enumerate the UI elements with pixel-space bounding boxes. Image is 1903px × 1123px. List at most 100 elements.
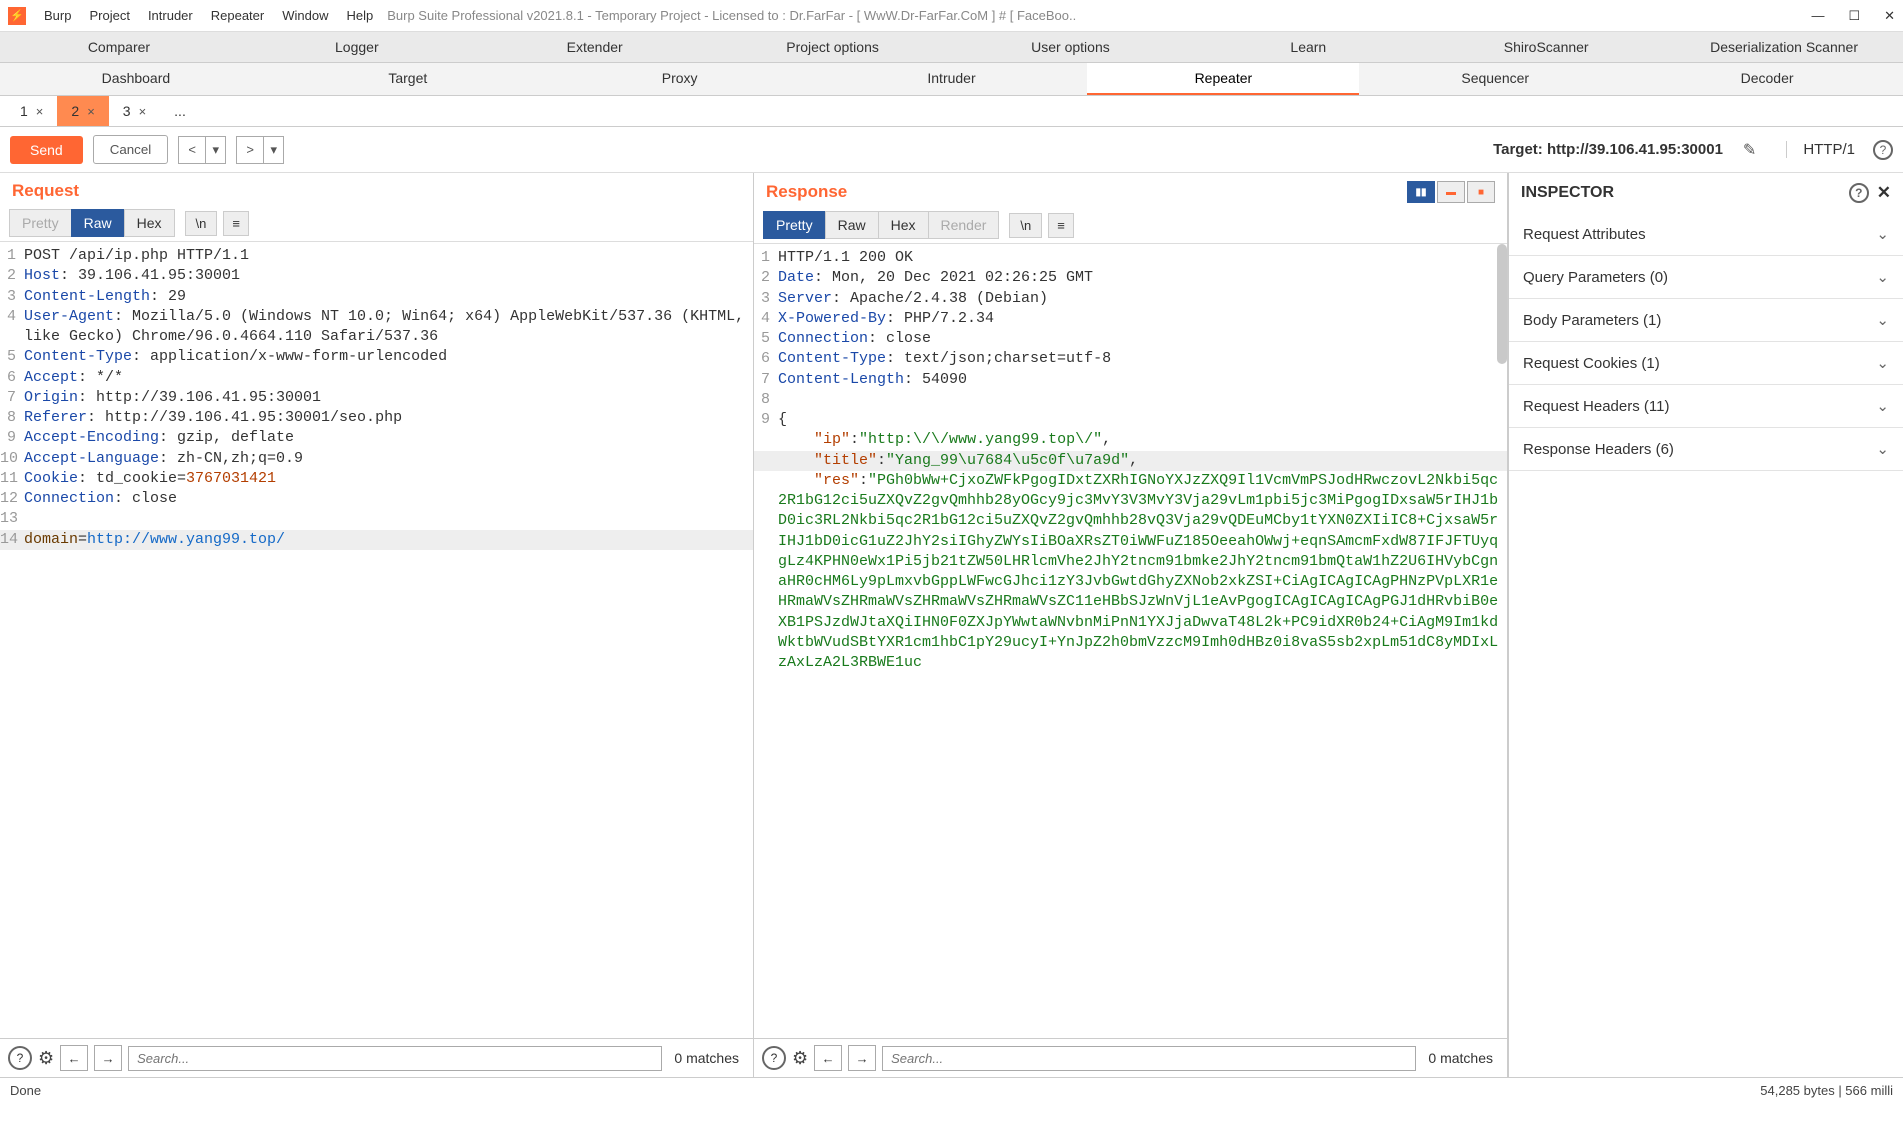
search-prev-button[interactable]: ← bbox=[60, 1045, 88, 1071]
statusbar: Done 54,285 bytes | 566 milli bbox=[0, 1077, 1903, 1103]
menu-intruder[interactable]: Intruder bbox=[148, 8, 193, 23]
response-searchbar: ? ⚙ ← → 0 matches bbox=[754, 1038, 1507, 1077]
subtab-2[interactable]: 2× bbox=[57, 96, 108, 126]
tab-shiroscanner[interactable]: ShiroScanner bbox=[1427, 32, 1665, 62]
chevron-down-icon: ⌄ bbox=[1876, 225, 1889, 243]
request-title: Request bbox=[12, 181, 79, 201]
search-next-button[interactable]: → bbox=[94, 1045, 122, 1071]
request-panel: Request Pretty Raw Hex \n ≡ 1POST /api/i… bbox=[0, 173, 754, 1077]
help-icon[interactable]: ? bbox=[762, 1046, 786, 1070]
tab-target[interactable]: Target bbox=[272, 63, 544, 95]
request-editor[interactable]: 1POST /api/ip.php HTTP/1.12Host: 39.106.… bbox=[0, 242, 753, 1038]
inspector-response-headers[interactable]: Response Headers (6)⌄ bbox=[1509, 428, 1903, 471]
layout-split-icon[interactable]: ▮▮ bbox=[1407, 181, 1435, 203]
close-icon[interactable]: × bbox=[87, 104, 95, 119]
history-forward-dropdown[interactable]: ▾ bbox=[264, 136, 284, 164]
history-forward-button[interactable]: > bbox=[236, 136, 264, 164]
response-search-input[interactable] bbox=[882, 1046, 1416, 1071]
edit-target-icon[interactable]: ✎ bbox=[1743, 140, 1756, 160]
chevron-down-icon: ⌄ bbox=[1876, 354, 1889, 372]
history-back-button[interactable]: < bbox=[178, 136, 206, 164]
cancel-button[interactable]: Cancel bbox=[93, 135, 169, 164]
newline-toggle[interactable]: \n bbox=[185, 211, 218, 236]
response-match-count: 0 matches bbox=[1422, 1050, 1499, 1066]
tab-sequencer[interactable]: Sequencer bbox=[1359, 63, 1631, 95]
inspector-request-attributes[interactable]: Request Attributes⌄ bbox=[1509, 213, 1903, 256]
tab-logger[interactable]: Logger bbox=[238, 32, 476, 62]
close-icon[interactable]: × bbox=[139, 104, 147, 119]
scrollbar-thumb[interactable] bbox=[1497, 244, 1507, 364]
response-viewer[interactable]: 1HTTP/1.1 200 OK2Date: Mon, 20 Dec 2021 … bbox=[754, 244, 1507, 1038]
window-title: Burp Suite Professional v2021.8.1 - Temp… bbox=[387, 8, 1801, 23]
response-tab-render[interactable]: Render bbox=[928, 211, 1000, 239]
maximize-icon[interactable]: ☐ bbox=[1848, 8, 1860, 24]
search-prev-button[interactable]: ← bbox=[814, 1045, 842, 1071]
minimize-icon[interactable]: — bbox=[1811, 8, 1824, 24]
gear-icon[interactable]: ⚙ bbox=[792, 1048, 808, 1069]
request-tab-hex[interactable]: Hex bbox=[124, 209, 175, 237]
request-options-icon[interactable]: ≡ bbox=[223, 211, 249, 236]
history-back-dropdown[interactable]: ▾ bbox=[206, 136, 226, 164]
menu-window[interactable]: Window bbox=[282, 8, 328, 23]
tab-intruder[interactable]: Intruder bbox=[816, 63, 1088, 95]
chevron-down-icon: ⌄ bbox=[1876, 268, 1889, 286]
extension-tabs: Comparer Logger Extender Project options… bbox=[0, 32, 1903, 63]
close-icon[interactable]: ✕ bbox=[1884, 8, 1895, 24]
inspector-query-parameters[interactable]: Query Parameters (0)⌄ bbox=[1509, 256, 1903, 299]
tab-decoder[interactable]: Decoder bbox=[1631, 63, 1903, 95]
inspector-body-parameters[interactable]: Body Parameters (1)⌄ bbox=[1509, 299, 1903, 342]
newline-toggle[interactable]: \n bbox=[1009, 213, 1042, 238]
tab-learn[interactable]: Learn bbox=[1189, 32, 1427, 62]
menubar: Burp Project Intruder Repeater Window He… bbox=[44, 8, 373, 23]
request-view-tabs: Pretty Raw Hex \n ≡ bbox=[0, 205, 753, 242]
help-icon[interactable]: ? bbox=[1849, 183, 1869, 203]
main-area: Request Pretty Raw Hex \n ≡ 1POST /api/i… bbox=[0, 173, 1903, 1077]
repeater-subtabs: 1× 2× 3× ... bbox=[0, 96, 1903, 127]
chevron-down-icon: ⌄ bbox=[1876, 440, 1889, 458]
send-button[interactable]: Send bbox=[10, 136, 83, 164]
request-tab-raw[interactable]: Raw bbox=[71, 209, 125, 237]
tab-deserialization[interactable]: Deserialization Scanner bbox=[1665, 32, 1903, 62]
status-left: Done bbox=[10, 1083, 41, 1098]
tab-comparer[interactable]: Comparer bbox=[0, 32, 238, 62]
tab-repeater[interactable]: Repeater bbox=[1087, 63, 1359, 95]
inspector-request-cookies[interactable]: Request Cookies (1)⌄ bbox=[1509, 342, 1903, 385]
gear-icon[interactable]: ⚙ bbox=[38, 1048, 54, 1069]
request-tab-pretty[interactable]: Pretty bbox=[9, 209, 72, 237]
menu-repeater[interactable]: Repeater bbox=[211, 8, 264, 23]
subtab-3[interactable]: 3× bbox=[109, 96, 160, 126]
response-tab-hex[interactable]: Hex bbox=[878, 211, 929, 239]
search-next-button[interactable]: → bbox=[848, 1045, 876, 1071]
subtab-new[interactable]: ... bbox=[160, 96, 200, 126]
menu-project[interactable]: Project bbox=[89, 8, 129, 23]
tab-proxy[interactable]: Proxy bbox=[544, 63, 816, 95]
inspector-close-icon[interactable]: ✕ bbox=[1877, 183, 1891, 203]
target-label: Target: http://39.106.41.95:30001 bbox=[1493, 141, 1723, 158]
status-right: 54,285 bytes | 566 milli bbox=[1760, 1083, 1893, 1098]
tab-project-options[interactable]: Project options bbox=[714, 32, 952, 62]
tab-extender[interactable]: Extender bbox=[476, 32, 714, 62]
tab-dashboard[interactable]: Dashboard bbox=[0, 63, 272, 95]
tab-user-options[interactable]: User options bbox=[952, 32, 1190, 62]
response-options-icon[interactable]: ≡ bbox=[1048, 213, 1074, 238]
response-tab-raw[interactable]: Raw bbox=[825, 211, 879, 239]
request-searchbar: ? ⚙ ← → 0 matches bbox=[0, 1038, 753, 1077]
app-logo: ⚡ bbox=[8, 7, 26, 25]
titlebar: ⚡ Burp Project Intruder Repeater Window … bbox=[0, 0, 1903, 32]
subtab-1[interactable]: 1× bbox=[6, 96, 57, 126]
request-search-input[interactable] bbox=[128, 1046, 662, 1071]
help-icon[interactable]: ? bbox=[8, 1046, 32, 1070]
close-icon[interactable]: × bbox=[36, 104, 44, 119]
inspector-request-headers[interactable]: Request Headers (11)⌄ bbox=[1509, 385, 1903, 428]
help-icon[interactable]: ? bbox=[1873, 140, 1893, 160]
layout-single-icon[interactable]: ■ bbox=[1467, 181, 1495, 203]
repeater-toolbar: Send Cancel < ▾ > ▾ Target: http://39.10… bbox=[0, 127, 1903, 173]
layout-horizontal-icon[interactable]: ▬ bbox=[1437, 181, 1465, 203]
response-tab-pretty[interactable]: Pretty bbox=[763, 211, 826, 239]
menu-burp[interactable]: Burp bbox=[44, 8, 71, 23]
http-version-label[interactable]: HTTP/1 bbox=[1786, 141, 1855, 158]
response-panel: Response ▮▮ ▬ ■ Pretty Raw Hex Render \n… bbox=[754, 173, 1508, 1077]
primary-tabs: Dashboard Target Proxy Intruder Repeater… bbox=[0, 63, 1903, 96]
menu-help[interactable]: Help bbox=[346, 8, 373, 23]
inspector-title: INSPECTOR bbox=[1521, 184, 1614, 202]
